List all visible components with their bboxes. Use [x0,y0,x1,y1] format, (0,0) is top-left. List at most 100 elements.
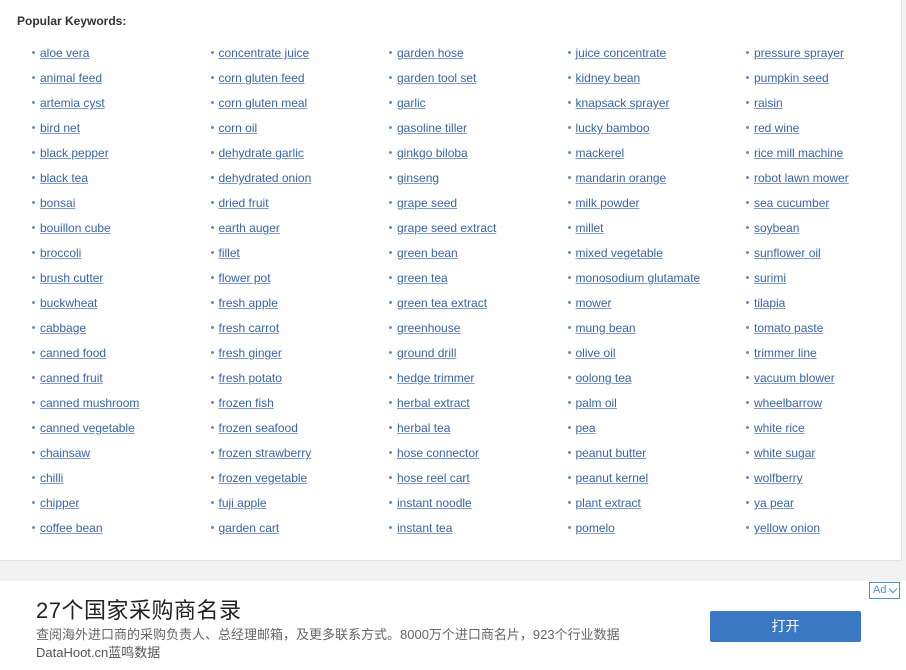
keyword-link[interactable]: fresh potato [219,371,282,385]
keyword-link[interactable]: grape seed [397,196,457,210]
keyword-link[interactable]: fresh ginger [219,346,282,360]
keyword-link[interactable]: white rice [754,421,805,435]
ad-banner[interactable]: Ad 27个国家采购商名录 查阅海外进口商的采购负责人、总经理邮箱，及更多联系方… [0,581,906,670]
keyword-link[interactable]: soybean [754,221,799,235]
keyword-link[interactable]: garlic [397,96,426,110]
keyword-link[interactable]: red wine [754,121,799,135]
keyword-link[interactable]: garden tool set [397,71,476,85]
keyword-link[interactable]: ginseng [397,171,439,185]
keyword-link[interactable]: green tea [397,271,448,285]
keyword-link[interactable]: brush cutter [40,271,103,285]
keyword-link[interactable]: artemia cyst [40,96,105,110]
keyword-link[interactable]: corn gluten meal [219,96,308,110]
keyword-link[interactable]: white sugar [754,446,815,460]
keyword-link[interactable]: broccoli [40,246,81,260]
keyword-link[interactable]: coffee bean [40,521,103,535]
keyword-link[interactable]: dried fruit [219,196,269,210]
keyword-link[interactable]: green tea extract [397,296,487,310]
keyword-link[interactable]: black pepper [40,146,109,160]
keyword-link[interactable]: kidney bean [576,71,641,85]
keyword-link[interactable]: milk powder [576,196,640,210]
keyword-link[interactable]: earth auger [219,221,280,235]
keyword-link[interactable]: knapsack sprayer [576,96,670,110]
keyword-link[interactable]: peanut kernel [576,471,649,485]
keyword-link[interactable]: rice mill machine [754,146,843,160]
keyword-link[interactable]: surimi [754,271,786,285]
keyword-link[interactable]: green bean [397,246,458,260]
keyword-link[interactable]: chainsaw [40,446,90,460]
keyword-link[interactable]: corn oil [219,121,258,135]
keyword-link[interactable]: bouillon cube [40,221,111,235]
keyword-link[interactable]: hedge trimmer [397,371,474,385]
keyword-link[interactable]: hose reel cart [397,471,470,485]
keyword-link[interactable]: oolong tea [576,371,632,385]
keyword-link[interactable]: olive oil [576,346,616,360]
keyword-link[interactable]: millet [576,221,604,235]
keyword-link[interactable]: trimmer line [754,346,817,360]
keyword-link[interactable]: sea cucumber [754,196,829,210]
keyword-link[interactable]: ginkgo biloba [397,146,468,160]
ad-open-button[interactable]: 打开 [710,611,861,642]
keyword-link[interactable]: grape seed extract [397,221,496,235]
keyword-link[interactable]: mixed vegetable [576,246,663,260]
keyword-link[interactable]: fresh apple [219,296,278,310]
keyword-link[interactable]: mackerel [576,146,625,160]
keyword-link[interactable]: frozen strawberry [219,446,312,460]
keyword-link[interactable]: hose connector [397,446,479,460]
keyword-link[interactable]: ya pear [754,496,794,510]
keyword-link[interactable]: mower [576,296,612,310]
keyword-link[interactable]: mung bean [576,321,636,335]
keyword-link[interactable]: fresh carrot [219,321,280,335]
keyword-link[interactable]: animal feed [40,71,102,85]
keyword-link[interactable]: canned food [40,346,106,360]
keyword-link[interactable]: wolfberry [754,471,803,485]
keyword-link[interactable]: garden hose [397,46,464,60]
keyword-link[interactable]: aloe vera [40,46,89,60]
keyword-link[interactable]: bonsai [40,196,75,210]
keyword-link[interactable]: gasoline tiller [397,121,467,135]
keyword-link[interactable]: garden cart [219,521,280,535]
keyword-link[interactable]: fillet [219,246,240,260]
keyword-link[interactable]: mandarin orange [576,171,667,185]
keyword-link[interactable]: black tea [40,171,88,185]
keyword-link[interactable]: dehydrated onion [219,171,312,185]
keyword-link[interactable]: peanut butter [576,446,647,460]
keyword-link[interactable]: sunflower oil [754,246,821,260]
keyword-link[interactable]: fuji apple [219,496,267,510]
keyword-link[interactable]: pumpkin seed [754,71,829,85]
ad-choices-button[interactable]: Ad [869,582,901,599]
keyword-link[interactable]: plant extract [576,496,641,510]
keyword-link[interactable]: robot lawn mower [754,171,849,185]
keyword-link[interactable]: bird net [40,121,80,135]
keyword-link[interactable]: ground drill [397,346,456,360]
keyword-link[interactable]: flower pot [219,271,271,285]
keyword-link[interactable]: canned vegetable [40,421,135,435]
keyword-link[interactable]: concentrate juice [219,46,310,60]
keyword-link[interactable]: yellow onion [754,521,820,535]
keyword-link[interactable]: instant tea [397,521,452,535]
keyword-link[interactable]: tilapia [754,296,785,310]
keyword-link[interactable]: frozen seafood [219,421,298,435]
keyword-link[interactable]: chipper [40,496,79,510]
keyword-link[interactable]: greenhouse [397,321,460,335]
keyword-link[interactable]: palm oil [576,396,617,410]
keyword-link[interactable]: dehydrate garlic [219,146,304,160]
keyword-link[interactable]: canned fruit [40,371,103,385]
keyword-link[interactable]: lucky bamboo [576,121,650,135]
keyword-link[interactable]: vacuum blower [754,371,835,385]
keyword-link[interactable]: herbal extract [397,396,470,410]
keyword-link[interactable]: frozen vegetable [219,471,308,485]
keyword-link[interactable]: juice concentrate [576,46,667,60]
keyword-link[interactable]: raisin [754,96,783,110]
keyword-link[interactable]: buckwheat [40,296,97,310]
keyword-link[interactable]: chilli [40,471,63,485]
keyword-link[interactable]: cabbage [40,321,86,335]
keyword-link[interactable]: instant noodle [397,496,472,510]
keyword-link[interactable]: pressure sprayer [754,46,844,60]
ad-title[interactable]: 27个国家采购商名录 [36,593,241,625]
keyword-link[interactable]: wheelbarrow [754,396,822,410]
keyword-link[interactable]: corn gluten feed [219,71,305,85]
keyword-link[interactable]: tomato paste [754,321,823,335]
keyword-link[interactable]: pea [576,421,596,435]
keyword-link[interactable]: canned mushroom [40,396,139,410]
